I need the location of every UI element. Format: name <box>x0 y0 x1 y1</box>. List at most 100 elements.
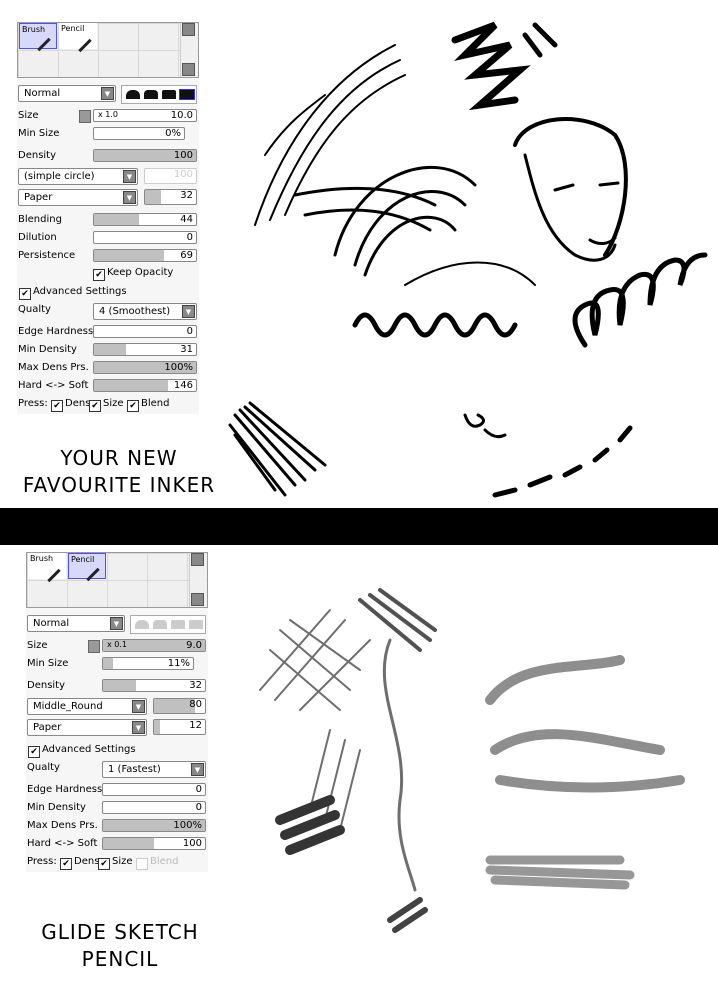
checkbox[interactable]: ✔ <box>89 400 101 412</box>
keep-opacity-checkbox-label: Keep Opacity <box>107 267 174 278</box>
texture-amount-slider[interactable]: 32 <box>144 189 197 205</box>
checkbox[interactable]: ✔ <box>28 746 40 758</box>
dilution-slider[interactable]: 0 <box>93 231 197 244</box>
advanced-settings-checkbox-label: Advanced Settings <box>42 744 136 755</box>
press-blend-checkbox[interactable]: ✔Blend <box>127 398 169 412</box>
brush-shape-selector[interactable] <box>130 615 206 634</box>
tool-pencil[interactable]: Pencil <box>59 23 97 53</box>
chevron-down-icon[interactable]: ▼ <box>132 700 145 713</box>
scroll-up-button[interactable] <box>182 23 195 36</box>
chevron-down-icon[interactable]: ▼ <box>191 763 204 776</box>
tool-brush[interactable]: Brush <box>28 553 66 583</box>
min-size-slider[interactable]: 0% <box>93 127 185 140</box>
shape-option-1[interactable] <box>126 90 140 99</box>
brush-shape-row: Middle_Round ▼ 80 <box>26 696 208 717</box>
blending-slider[interactable]: 44 <box>93 213 197 226</box>
tool-scrollbar[interactable] <box>189 553 206 607</box>
size-multiplier-dropdown[interactable] <box>88 640 100 653</box>
tool-scrollbar[interactable] <box>180 23 197 77</box>
quality-dropdown[interactable]: 4 (Smoothest) ▼ <box>93 303 197 320</box>
min-size-slider[interactable]: 11% <box>102 657 194 670</box>
pencil-icon <box>86 567 100 582</box>
texture-amount-slider[interactable]: 12 <box>153 719 206 735</box>
chevron-down-icon[interactable]: ▼ <box>182 305 195 318</box>
checkbox[interactable]: ✔ <box>127 400 139 412</box>
hard-soft-slider[interactable]: 100 <box>102 837 206 850</box>
brush-shape-amount-slider[interactable]: 100 <box>144 168 197 184</box>
press-size-checkbox[interactable]: ✔ Size <box>89 398 124 412</box>
shape-option-3[interactable] <box>171 620 185 629</box>
persistence-label: Persistence <box>18 250 76 261</box>
max-dens-prs-slider[interactable]: 100% <box>93 361 197 374</box>
min-density-slider[interactable]: 0 <box>102 801 206 814</box>
shape-option-2[interactable] <box>153 620 167 629</box>
min-density-slider[interactable]: 31 <box>93 343 197 356</box>
blending-row: Blending 44 <box>17 212 199 230</box>
size-slider[interactable]: x 1.0 10.0 <box>93 109 197 122</box>
shape-option-3[interactable] <box>162 90 176 99</box>
tool-brush[interactable]: Brush <box>19 23 57 52</box>
brush-shape-row: (simple circle) ▼ 100 <box>17 166 199 187</box>
persistence-slider[interactable]: 69 <box>93 249 197 262</box>
checkbox[interactable]: ✔ <box>93 269 105 281</box>
quality-label: Qualty <box>18 304 51 315</box>
scroll-down-button[interactable] <box>182 63 195 76</box>
brush-shape-dropdown[interactable]: (simple circle) ▼ <box>18 168 138 185</box>
quality-dropdown[interactable]: 1 (Fastest) ▼ <box>102 761 206 778</box>
checkbox[interactable]: ✔ <box>136 858 148 870</box>
tool-pencil[interactable]: Pencil <box>68 553 106 582</box>
pencil-sample-artwork <box>259 588 685 933</box>
edge-hardness-slider[interactable]: 0 <box>102 783 206 796</box>
shape-option-2[interactable] <box>144 90 158 99</box>
checkbox[interactable]: ✔ <box>60 858 72 870</box>
blend-mode-dropdown[interactable]: Normal ▼ <box>18 85 116 102</box>
caption-inker: YOUR NEW FAVOURITE INKER <box>0 445 238 499</box>
chevron-down-icon[interactable]: ▼ <box>123 170 136 183</box>
shape-option-4[interactable] <box>189 620 203 629</box>
keep-opacity-checkbox[interactable]: ✔ Keep Opacity <box>93 267 173 281</box>
brush-shape-selector[interactable] <box>121 85 197 104</box>
scroll-up-button[interactable] <box>191 553 204 566</box>
shape-option-1[interactable] <box>135 620 149 629</box>
density-label: Density <box>27 680 66 691</box>
advanced-settings-checkbox[interactable]: ✔ Advanced Settings <box>28 744 136 758</box>
checkbox[interactable]: ✔ <box>98 858 110 870</box>
press-dens-checkbox[interactable]: ✔ Dens <box>51 398 90 412</box>
advanced-settings-checkbox[interactable]: ✔ Advanced Settings <box>19 286 127 300</box>
press-size-checkbox[interactable]: ✔ Size <box>98 856 133 870</box>
chevron-down-icon[interactable]: ▼ <box>132 721 145 734</box>
shape-option-4[interactable] <box>179 89 195 100</box>
size-row: Size x 1.0 10.0 <box>17 108 199 126</box>
blend-mode-dropdown-value: Normal <box>24 88 61 99</box>
edge-hardness-slider[interactable]: 0 <box>93 325 197 338</box>
chevron-down-icon[interactable]: ▼ <box>123 191 136 204</box>
press-blend-checkbox[interactable]: ✔Blend <box>136 856 178 870</box>
blend-mode-dropdown[interactable]: Normal ▼ <box>27 615 125 632</box>
checkbox[interactable]: ✔ <box>51 400 63 412</box>
chevron-down-icon[interactable]: ▼ <box>110 617 123 630</box>
max-dens-prs-label: Max Dens Prs. <box>27 820 98 831</box>
size-slider[interactable]: x 0.1 9.0 <box>102 639 206 652</box>
scroll-down-button[interactable] <box>191 593 204 606</box>
texture-dropdown[interactable]: Paper ▼ <box>27 719 147 736</box>
press-dens-checkbox[interactable]: ✔ Dens <box>60 856 99 870</box>
chevron-down-icon[interactable]: ▼ <box>101 87 114 100</box>
min-density-row: Min Density 0 <box>26 800 208 818</box>
press-blend-checkbox-label: Blend <box>150 856 179 867</box>
density-slider[interactable]: 100 <box>93 149 197 162</box>
checkbox[interactable]: ✔ <box>19 288 31 300</box>
quality-label: Qualty <box>27 762 60 773</box>
max-dens-prs-slider[interactable]: 100% <box>102 819 206 832</box>
divider-bar <box>0 508 718 545</box>
hard-soft-slider[interactable]: 146 <box>93 379 197 392</box>
hard-soft-row: Hard <-> Soft 146 <box>17 378 199 396</box>
density-row: Density 100 <box>17 148 199 166</box>
size-multiplier: x 1.0 <box>98 110 118 119</box>
size-multiplier-dropdown[interactable] <box>79 110 91 123</box>
slider-value: 100 <box>173 169 193 180</box>
brush-shape-dropdown[interactable]: Middle_Round ▼ <box>27 698 147 715</box>
texture-dropdown[interactable]: Paper ▼ <box>18 189 138 206</box>
brush-shape-amount-slider[interactable]: 80 <box>153 698 206 714</box>
slider-fill <box>145 190 162 204</box>
density-slider[interactable]: 32 <box>102 679 206 692</box>
